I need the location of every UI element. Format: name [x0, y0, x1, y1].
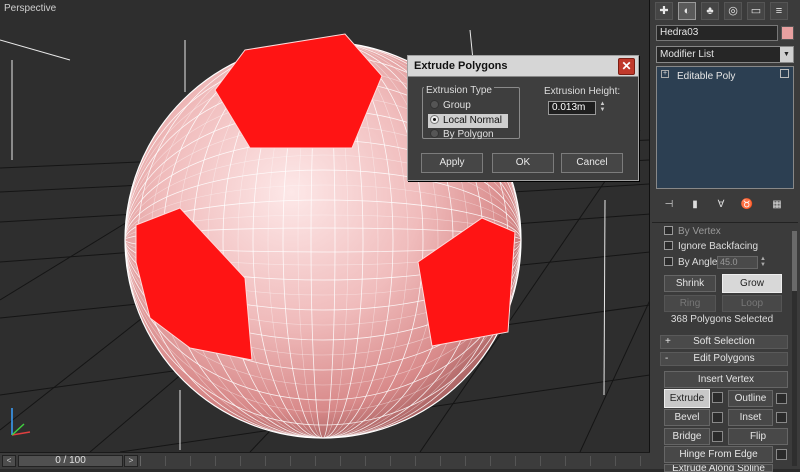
- configure-modifier-sets-icon[interactable]: ▦: [770, 198, 784, 212]
- command-panel: ✚ ◐ ♣ ◎ ▭ ≡ Hedra03 Modifier List ▼ + Ed…: [650, 0, 800, 472]
- cancel-button[interactable]: Cancel: [561, 153, 623, 173]
- display-icon[interactable]: ▭: [747, 2, 765, 20]
- inset-button[interactable]: Inset: [728, 409, 773, 426]
- modify-icon[interactable]: ◐: [678, 2, 696, 20]
- radio-local-normal-icon: [430, 114, 439, 124]
- shrink-button[interactable]: Shrink: [664, 275, 716, 292]
- bevel-settings-icon[interactable]: [712, 412, 723, 423]
- bridge-settings-icon[interactable]: [712, 431, 723, 442]
- soft-selection-rollout[interactable]: + Soft Selection: [660, 335, 788, 349]
- chevron-down-icon[interactable]: ▼: [780, 47, 793, 62]
- axis-tripod: [11, 408, 31, 436]
- radio-group-icon: [430, 99, 439, 109]
- object-color-swatch[interactable]: [781, 26, 794, 40]
- spinner-icon[interactable]: ▲ ▼: [598, 101, 607, 115]
- extrusion-height-field[interactable]: 0.013m: [548, 101, 596, 115]
- hinge-from-edge-button[interactable]: Hinge From Edge: [664, 446, 773, 463]
- expand-rollout-icon: +: [665, 336, 671, 347]
- grow-button[interactable]: Grow: [722, 274, 782, 293]
- create-icon[interactable]: ✚: [655, 2, 673, 20]
- collapse-rollout-icon: -: [665, 353, 669, 364]
- extrusion-height-label: Extrusion Height:: [544, 86, 621, 97]
- outline-settings-icon[interactable]: [776, 393, 787, 404]
- time-slider[interactable]: < 0 / 100 >: [0, 452, 650, 469]
- command-panel-tabs: ✚ ◐ ♣ ◎ ▭ ≡: [650, 0, 800, 22]
- dialog-title: Extrude Polygons: [408, 56, 638, 77]
- pin-stack-icon[interactable]: ⊣: [662, 198, 676, 212]
- by-vertex-checkbox[interactable]: By Vertex: [664, 225, 721, 239]
- inset-settings-icon[interactable]: [776, 412, 787, 423]
- bridge-button[interactable]: Bridge: [664, 428, 710, 445]
- object-name-field[interactable]: Hedra03: [656, 25, 778, 41]
- flip-button[interactable]: Flip: [728, 428, 788, 445]
- modifier-list-dropdown[interactable]: Modifier List ▼: [656, 46, 794, 63]
- stack-toggle-icon[interactable]: [780, 69, 789, 78]
- edit-polygons-rollout[interactable]: - Edit Polygons: [660, 352, 788, 366]
- make-unique-icon[interactable]: ∀: [714, 198, 728, 212]
- ring-button[interactable]: Ring: [664, 295, 716, 312]
- hinge-settings-icon[interactable]: [776, 449, 787, 460]
- extrude-settings-icon[interactable]: [712, 392, 723, 403]
- remove-modifier-icon[interactable]: ♉: [740, 198, 754, 212]
- panel-scrollbar[interactable]: [792, 231, 797, 466]
- radio-by-polygon[interactable]: By Polygon: [430, 128, 494, 142]
- by-angle-spinner-icon[interactable]: ▲ ▼: [760, 256, 768, 269]
- close-icon[interactable]: ✕: [618, 58, 635, 75]
- loop-button[interactable]: Loop: [722, 295, 782, 312]
- extrusion-type-label: Extrusion Type: [424, 85, 494, 96]
- modifier-list-label: Modifier List: [660, 49, 714, 60]
- extrude-along-spline-button[interactable]: Extrude Along Spline: [664, 464, 773, 472]
- hierarchy-icon[interactable]: ♣: [701, 2, 719, 20]
- insert-vertex-button[interactable]: Insert Vertex: [664, 371, 788, 388]
- stack-item-editable-poly[interactable]: Editable Poly: [659, 70, 791, 83]
- scrollbar-thumb[interactable]: [792, 231, 797, 291]
- apply-button[interactable]: Apply: [421, 153, 483, 173]
- selection-info: 368 Polygons Selected: [670, 314, 774, 325]
- viewport-label[interactable]: Perspective: [4, 3, 56, 14]
- ignore-backfacing-box: [664, 240, 673, 250]
- by-vertex-box: [664, 225, 673, 235]
- bevel-button[interactable]: Bevel: [664, 409, 710, 426]
- radio-group[interactable]: Group: [430, 99, 471, 113]
- stack-tools: ⊣ ▮ ∀ ♉ ▦: [650, 196, 800, 216]
- utilities-icon[interactable]: ≡: [770, 2, 788, 20]
- radio-local-normal[interactable]: Local Normal: [428, 114, 508, 128]
- by-angle-box: [664, 256, 673, 266]
- by-angle-checkbox[interactable]: By Angle:: [664, 256, 720, 270]
- timeline-ruler[interactable]: [140, 456, 645, 466]
- prev-frame-button[interactable]: <: [2, 455, 16, 467]
- outline-button[interactable]: Outline: [728, 390, 773, 407]
- extrude-button[interactable]: Extrude: [664, 389, 710, 408]
- rollout-area: By Vertex Ignore Backfacing By Angle: 45…: [652, 222, 798, 472]
- frame-indicator[interactable]: 0 / 100: [18, 455, 123, 467]
- motion-icon[interactable]: ◎: [724, 2, 742, 20]
- extrude-polygons-dialog: Extrude Polygons ✕ Extrusion Type Group …: [407, 55, 639, 181]
- show-end-result-icon[interactable]: ▮: [688, 198, 702, 212]
- ok-button[interactable]: OK: [492, 153, 554, 173]
- ignore-backfacing-checkbox[interactable]: Ignore Backfacing: [664, 240, 758, 254]
- next-frame-button[interactable]: >: [124, 455, 138, 467]
- modifier-stack[interactable]: + Editable Poly: [656, 66, 794, 189]
- by-angle-field[interactable]: 45.0: [717, 256, 758, 269]
- radio-by-polygon-icon: [430, 128, 439, 138]
